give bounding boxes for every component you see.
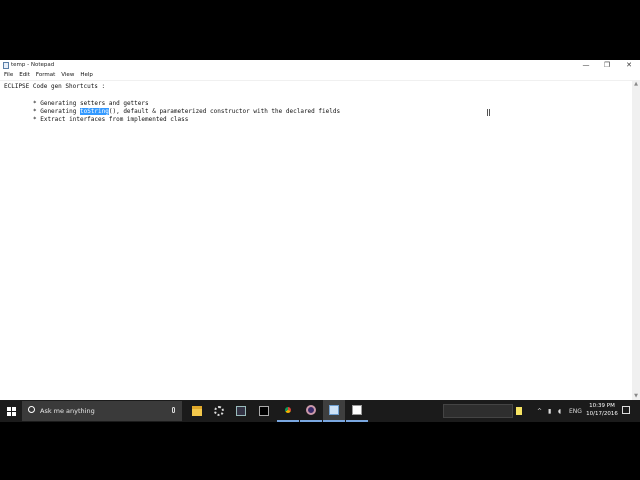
menu-bar: File Edit Format View Help	[0, 70, 640, 80]
text-segment: * Generating	[33, 108, 80, 115]
settings-button[interactable]	[208, 400, 230, 422]
command-prompt-button[interactable]	[253, 400, 275, 422]
window-title: temp - Notepad	[11, 62, 55, 68]
volume-icon[interactable]: ◖	[558, 400, 561, 422]
sticky-notes-icon[interactable]	[516, 400, 522, 422]
text-segment: and getters	[105, 100, 149, 107]
tray-toolbar[interactable]	[443, 404, 513, 418]
cortana-icon	[28, 406, 35, 413]
chrome-button[interactable]	[277, 400, 299, 422]
network-icon[interactable]: ▮	[548, 400, 551, 422]
selected-text[interactable]: toString	[79, 108, 109, 115]
windows-logo-icon	[6, 406, 16, 416]
menu-view[interactable]: View	[58, 70, 77, 80]
folder-icon	[192, 406, 202, 416]
file-explorer-button[interactable]	[186, 400, 208, 422]
start-button[interactable]	[0, 400, 22, 422]
notepad-icon	[3, 62, 9, 69]
text-line-1: ECLIPSE Code gen Shortcuts :	[4, 83, 106, 90]
text-line-2: * Generating setters and getters	[33, 100, 149, 108]
eclipse-button[interactable]	[300, 400, 322, 422]
taskbar: Ask me anything ^ ▮ ◖ ENG 10:39 PM 10/17…	[0, 400, 640, 422]
scroll-up-icon[interactable]: ▲	[632, 80, 640, 88]
chrome-icon	[283, 405, 293, 415]
notepad-icon	[329, 405, 339, 415]
clock-date: 10/17/2016	[586, 411, 618, 417]
close-button[interactable]: ✕	[618, 60, 640, 70]
text-editor[interactable]: ECLIPSE Code gen Shortcuts : * Generatin…	[0, 80, 632, 401]
document-icon	[352, 405, 362, 415]
minimize-button[interactable]: —	[575, 60, 597, 70]
text-segment: setters	[79, 100, 106, 107]
text-line-3: * Generating toString(), default & param…	[33, 108, 340, 116]
vertical-scrollbar[interactable]: ▲ ▼	[632, 80, 640, 400]
action-center-icon[interactable]	[622, 406, 630, 414]
scroll-down-icon[interactable]: ▼	[632, 392, 640, 400]
terminal-icon	[259, 406, 269, 416]
notepad-taskbar-button[interactable]	[323, 400, 345, 422]
cortana-search-box[interactable]: Ask me anything	[22, 401, 182, 421]
text-segment: (), default & parameterized constructor …	[108, 108, 341, 115]
gear-icon	[214, 406, 224, 416]
text-line-4: * Extract interfaces from implemented cl…	[33, 116, 189, 123]
text-segment: * Generating	[33, 100, 80, 107]
title-bar[interactable]: temp - Notepad — ❐ ✕	[0, 60, 640, 70]
clock-time: 10:39 PM	[589, 403, 615, 409]
menu-edit[interactable]: Edit	[16, 70, 33, 80]
microphone-icon[interactable]	[172, 407, 175, 413]
maximize-button[interactable]: ❐	[596, 60, 618, 70]
app-button-3[interactable]	[230, 400, 252, 422]
app-button-8[interactable]	[346, 400, 368, 422]
search-placeholder: Ask me anything	[40, 407, 95, 415]
app-window-icon	[236, 406, 246, 416]
desktop-screen: temp - Notepad — ❐ ✕ File Edit Format Vi…	[0, 60, 640, 420]
menu-help[interactable]: Help	[77, 70, 96, 80]
ibeam-cursor-icon	[487, 109, 490, 116]
menu-file[interactable]: File	[1, 70, 16, 80]
show-hidden-icons-icon[interactable]: ^	[537, 400, 542, 422]
clock[interactable]: 10:39 PM 10/17/2016	[585, 402, 619, 418]
language-indicator[interactable]: ENG	[569, 400, 582, 422]
menu-format[interactable]: Format	[33, 70, 58, 80]
eclipse-icon	[306, 405, 316, 415]
